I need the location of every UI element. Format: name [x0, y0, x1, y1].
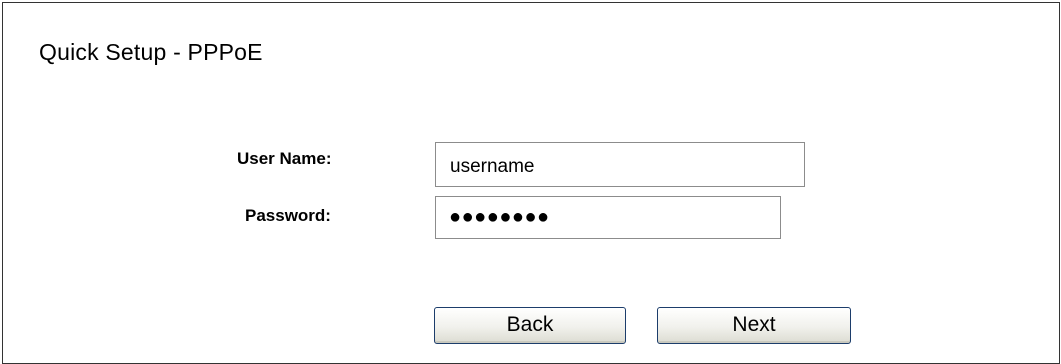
- password-input[interactable]: [435, 196, 781, 239]
- username-input[interactable]: [435, 142, 805, 187]
- page-title: Quick Setup - PPPoE: [39, 39, 263, 65]
- username-label: User Name:: [237, 149, 332, 168]
- password-label: Password:: [245, 206, 331, 225]
- next-button[interactable]: Next: [657, 307, 851, 344]
- setup-panel: Quick Setup - PPPoE User Name: Password:…: [2, 2, 1060, 364]
- back-button[interactable]: Back: [434, 307, 626, 344]
